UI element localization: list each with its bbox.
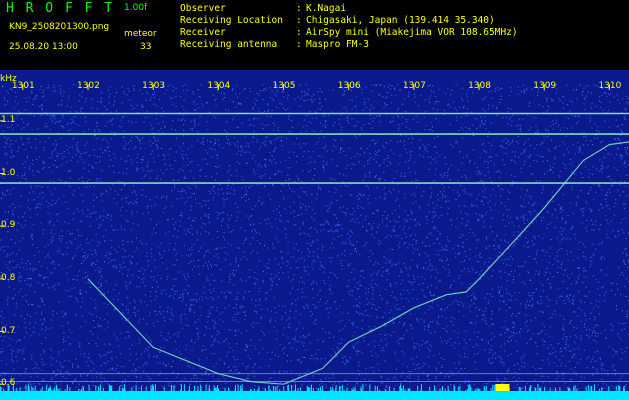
- x-tick-label: 1303: [142, 81, 166, 91]
- location-value: Chigasaki, Japan (139.414 35.340): [306, 15, 495, 26]
- datetime: 25.08.20 13:00: [9, 42, 78, 52]
- observer-label: Observer: [180, 3, 226, 14]
- spectrogram-background: [0, 70, 629, 400]
- antenna-label: Receiving antenna: [180, 39, 278, 50]
- x-tick-label: 1308: [468, 81, 491, 91]
- x-tick-label: 1301: [11, 81, 35, 91]
- x-tick-label: 1304: [207, 81, 231, 91]
- x-tick-label: 1307: [402, 81, 426, 91]
- spectrogram: [0, 70, 629, 400]
- separator: :: [296, 3, 302, 14]
- info-header: H R O F F T 1.00f KN9_2508201300.png met…: [0, 0, 629, 70]
- baseline-strip: [0, 391, 629, 400]
- x-tick-label: 1305: [272, 81, 296, 91]
- y-tick-label: 0.9: [1, 220, 16, 231]
- event-count: 33: [140, 42, 152, 52]
- y-tick-label: 0.8: [1, 272, 16, 283]
- separator: :: [296, 27, 302, 38]
- x-tick-label: 1310: [598, 81, 622, 91]
- antenna-value: Maspro FM-3: [306, 39, 369, 50]
- receiver-value: AirSpy mini (Miakejima VOR 108.65MHz): [306, 27, 518, 38]
- observer-value: K.Nagai: [306, 3, 347, 14]
- file-name: KN9_2508201300.png: [9, 22, 110, 32]
- app-version: 1.00f: [124, 3, 148, 13]
- app-title: H R O F F T: [6, 1, 115, 16]
- baseline-highlight: [495, 384, 510, 391]
- separator: :: [296, 15, 302, 26]
- y-tick-label: 1.1: [1, 114, 16, 125]
- location-label: Receiving Location: [180, 15, 283, 26]
- y-tick-label: 0.6: [1, 378, 16, 389]
- receiver-label: Receiver: [180, 27, 226, 38]
- x-tick-label: 1302: [76, 81, 100, 91]
- x-tick-label: 1306: [337, 81, 361, 91]
- y-tick-label: 0.7: [1, 325, 16, 336]
- separator: :: [296, 39, 302, 50]
- mode-label: meteor: [124, 29, 157, 39]
- x-tick-label: 1309: [533, 81, 557, 91]
- y-tick-label: 1.0: [1, 167, 16, 178]
